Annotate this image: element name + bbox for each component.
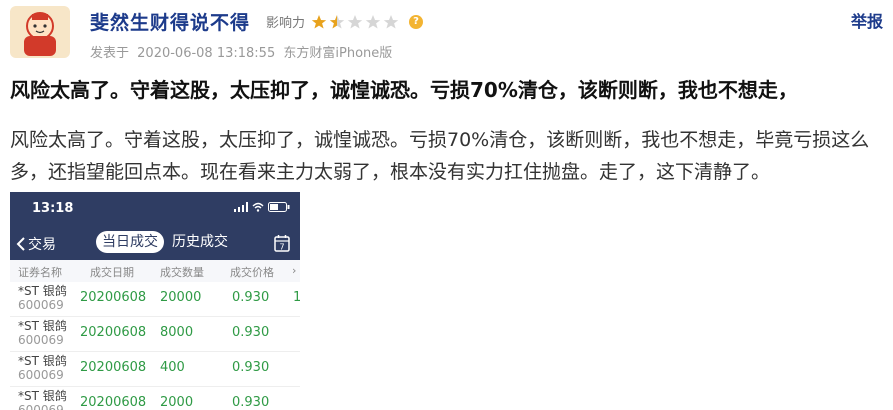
trade-table-header: 证券名称 成交日期 成交数量 成交价格 ›: [10, 260, 300, 282]
post-title[interactable]: 风险太高了。守着这股，太压抑了，诚惶诚恐。亏损70%清仓，该断则断，我也不想走，: [10, 74, 883, 103]
trade-qty: 400: [160, 360, 185, 375]
wifi-icon: [252, 202, 264, 212]
star-half-icon: [329, 14, 345, 28]
table-row[interactable]: *ST 银鸽 600069 20200608 20000 0.930 1: [10, 282, 300, 317]
security-name: *ST 银鸽: [18, 354, 67, 368]
trade-price: 0.930: [232, 395, 270, 410]
col-trade-price: 成交价格: [230, 266, 274, 279]
chevron-left-icon: [16, 237, 25, 251]
influence-rating: 影响力 ?: [266, 12, 424, 31]
back-button[interactable]: 交易: [16, 234, 56, 254]
col-trade-qty: 成交数量: [160, 266, 204, 279]
table-row[interactable]: *ST 银鸽 600069 20200608 8000 0.930: [10, 317, 300, 352]
tab-today-trades[interactable]: 当日成交: [96, 231, 164, 253]
star-filled-icon: [311, 14, 327, 28]
back-label: 交易: [28, 237, 56, 253]
security-name: *ST 银鸽: [18, 284, 67, 298]
trade-date: 20200608: [80, 290, 147, 305]
post-time-prefix: 发表于: [90, 46, 130, 61]
trade-qty: 8000: [160, 325, 194, 340]
star-empty-icon: [383, 14, 399, 28]
col-more[interactable]: ›: [292, 264, 296, 277]
trade-price: 0.930: [232, 290, 270, 305]
security-name: *ST 银鸽: [18, 389, 67, 403]
star-rating: [311, 14, 399, 30]
security-code: 600069: [18, 368, 64, 382]
avatar[interactable]: [10, 6, 70, 58]
tab-history-trades[interactable]: 历史成交: [172, 231, 228, 253]
security-code: 600069: [18, 403, 64, 410]
post-body: 风险太高了。守着这股，太压抑了，诚惶诚恐。亏损70%清仓，该断则断，我也不想走，…: [10, 129, 870, 183]
post-time: 2020-06-08 13:18:55: [137, 46, 276, 61]
trade-qty: 20000: [160, 290, 202, 305]
trade-qty: 2000: [160, 395, 194, 410]
security-code: 600069: [18, 333, 64, 347]
influence-label: 影响力: [266, 16, 306, 31]
security-name: *ST 银鸽: [18, 319, 67, 333]
calendar-icon[interactable]: 7: [274, 234, 290, 256]
trade-price: 0.930: [232, 325, 270, 340]
trade-date: 20200608: [80, 395, 147, 410]
report-button[interactable]: 举报: [851, 8, 883, 32]
star-empty-icon: [365, 14, 381, 28]
post-source: 东方财富iPhone版: [283, 46, 393, 61]
status-icons: [234, 202, 290, 212]
table-row[interactable]: *ST 银鸽 600069 20200608 2000 0.930: [10, 387, 300, 410]
security-code: 600069: [18, 298, 64, 312]
col-trade-date: 成交日期: [90, 266, 134, 279]
trade-date: 20200608: [80, 325, 147, 340]
trade-screenshot: 13:18 交易 当日成交 历史成交 7 证券名称 成交日期 成交数量 成交价格…: [10, 192, 300, 410]
phone-header: 13:18 交易 当日成交 历史成交 7: [10, 192, 300, 260]
table-row[interactable]: *ST 银鸽 600069 20200608 400 0.930: [10, 352, 300, 387]
username[interactable]: 斐然生财得说不得: [90, 8, 250, 35]
trade-extra: 1: [293, 290, 300, 305]
calendar-glyph: 7: [279, 243, 284, 252]
status-time: 13:18: [32, 201, 74, 216]
col-security-name: 证券名称: [18, 266, 62, 279]
trade-date: 20200608: [80, 360, 147, 375]
star-empty-icon: [347, 14, 363, 28]
post-meta: 发表于 2020-06-08 13:18:55 东方财富iPhone版: [90, 42, 392, 61]
battery-icon: [268, 202, 290, 212]
trade-price: 0.930: [232, 360, 270, 375]
signal-icon: [234, 202, 248, 212]
trade-table: *ST 银鸽 600069 20200608 20000 0.930 1 *ST…: [10, 282, 300, 410]
help-icon[interactable]: ?: [409, 14, 424, 29]
